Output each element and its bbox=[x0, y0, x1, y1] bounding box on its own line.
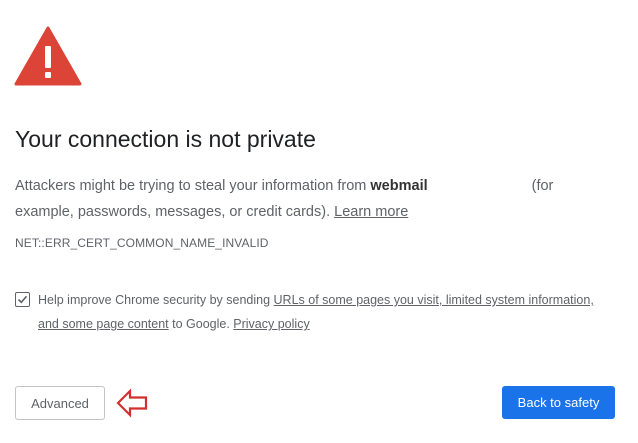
page-title: Your connection is not private bbox=[15, 126, 316, 152]
privacy-policy-link[interactable]: Privacy policy bbox=[233, 317, 309, 331]
host-name: webmail bbox=[370, 178, 428, 194]
improve-security-checkbox[interactable] bbox=[15, 292, 30, 307]
warning-triangle-icon bbox=[14, 26, 82, 86]
description-text: Attackers might be trying to steal your … bbox=[15, 178, 371, 194]
security-optin-text: Help improve Chrome security by sending … bbox=[38, 288, 598, 336]
advanced-button[interactable]: Advanced bbox=[15, 386, 105, 420]
back-to-safety-button[interactable]: Back to safety bbox=[502, 386, 615, 419]
left-arrow-icon bbox=[116, 388, 148, 418]
learn-more-link[interactable]: Learn more bbox=[334, 204, 408, 220]
checkmark-icon bbox=[17, 295, 28, 304]
optin-text: Help improve Chrome security by sending bbox=[38, 293, 274, 307]
error-code: NET::ERR_CERT_COMMON_NAME_INVALID bbox=[15, 236, 269, 250]
optin-text-middle: to Google. bbox=[168, 317, 234, 331]
warning-description: Attackers might be trying to steal your … bbox=[15, 173, 615, 225]
